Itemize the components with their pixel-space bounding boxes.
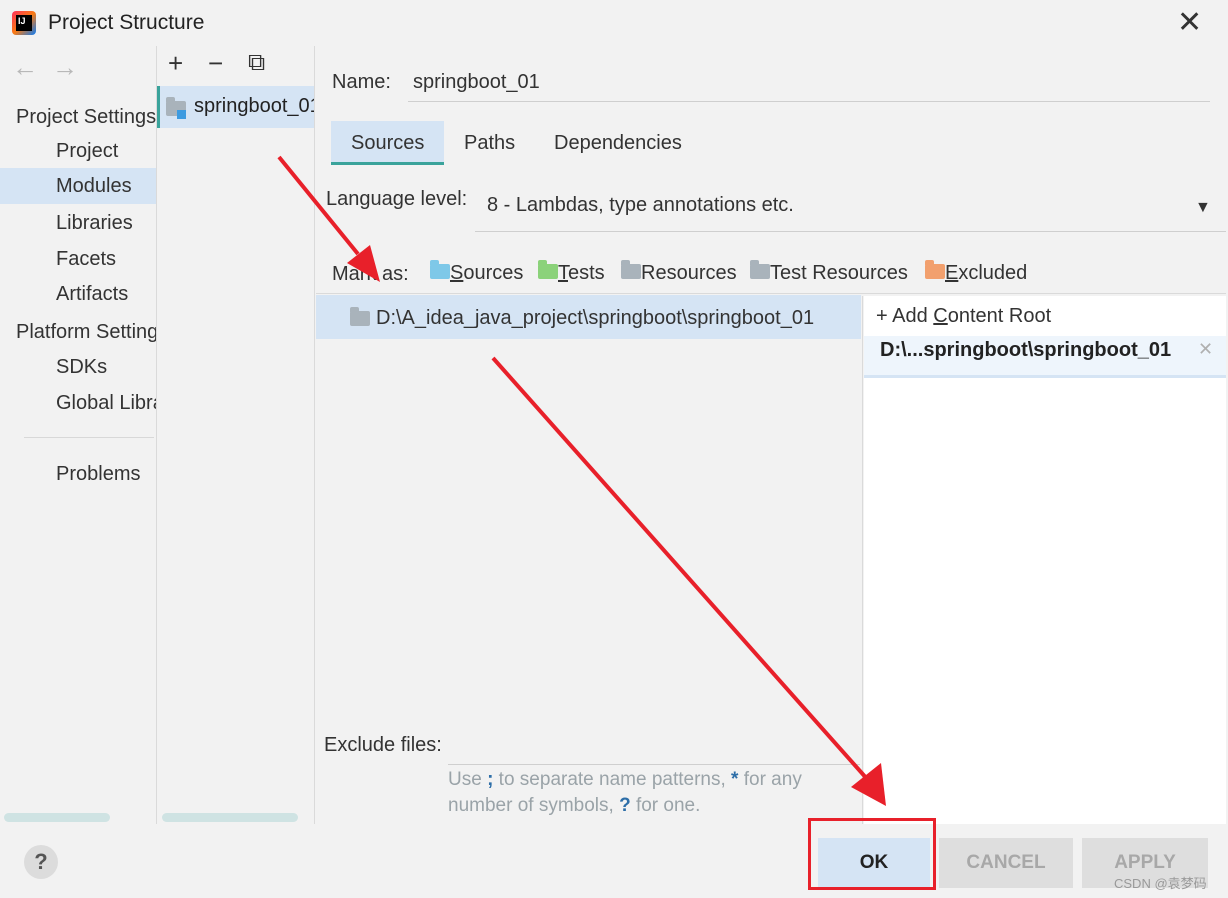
nav-item-sdks[interactable]: SDKs: [0, 349, 156, 385]
tests-folder-icon: [538, 260, 558, 280]
close-icon[interactable]: ✕: [1177, 6, 1202, 40]
exclude-hint-line1: Use ; to separate name patterns, * for a…: [448, 769, 802, 790]
nav-item-libraries[interactable]: Libraries: [0, 205, 156, 241]
folder-icon: [350, 307, 370, 326]
mark-as-test-resources[interactable]: Test Resources: [750, 260, 908, 285]
add-content-root-link[interactable]: + Add Content Root: [876, 305, 1051, 328]
excluded-folder-icon: [925, 260, 945, 280]
annotation-arrow-2-shaft: [491, 356, 870, 782]
add-icon[interactable]: +: [168, 50, 183, 76]
back-arrow-icon[interactable]: ←: [12, 52, 38, 83]
forward-arrow-icon[interactable]: →: [52, 52, 78, 83]
window-title: Project Structure: [48, 11, 205, 34]
tree-top-border: [316, 293, 1226, 294]
nav-item-artifacts[interactable]: Artifacts: [0, 276, 156, 312]
content-root-separator: [862, 296, 863, 824]
nav-item-problems[interactable]: Problems: [0, 456, 156, 492]
nav-scrollbar[interactable]: [4, 813, 110, 822]
nav-item-project[interactable]: Project: [0, 133, 156, 169]
copy-icon[interactable]: ⧉: [248, 50, 265, 76]
intellij-logo-icon: IJ: [12, 11, 36, 35]
exclude-hint-line2: number of symbols, ? for one.: [448, 795, 701, 816]
resources-folder-icon: [621, 260, 641, 280]
language-level-underline: [475, 231, 1226, 232]
tree-root-path: D:\A_idea_java_project\springboot\spring…: [376, 307, 815, 329]
nav-separator: [156, 46, 157, 824]
tab-sources[interactable]: Sources: [331, 121, 445, 165]
language-level-select[interactable]: 8 - Lambdas, type annotations etc.: [487, 194, 794, 217]
name-field[interactable]: springboot_01: [413, 71, 540, 94]
mark-as-excluded[interactable]: Excluded: [925, 260, 1027, 285]
help-icon[interactable]: ?: [24, 845, 58, 879]
language-level-label: Language level:: [326, 188, 468, 210]
module-name: springboot_01: [194, 95, 314, 117]
module-list-scrollbar[interactable]: [162, 813, 298, 822]
content-root-tree-item[interactable]: D:\A_idea_java_project\springboot\spring…: [316, 295, 861, 339]
exclude-files-field[interactable]: [448, 764, 860, 765]
name-field-underline: [408, 101, 1210, 102]
nav-item-modules[interactable]: Modules: [0, 168, 156, 204]
module-badge-icon: [177, 110, 186, 119]
nav-divider: [24, 437, 154, 438]
name-label: Name:: [332, 71, 391, 93]
watermark: CSDN @袁梦码: [1114, 876, 1207, 891]
content-root-item[interactable]: D:\...springboot\springboot_01 ✕: [864, 336, 1226, 378]
cancel-button[interactable]: CANCEL: [939, 838, 1073, 888]
settings-nav: ← → Project Settings Project Modules Lib…: [0, 46, 156, 826]
ok-highlight-box: [808, 818, 936, 890]
remove-icon[interactable]: −: [208, 50, 223, 76]
tab-paths[interactable]: Paths: [444, 121, 535, 165]
mark-as-resources[interactable]: Resources: [621, 260, 737, 285]
remove-content-root-icon[interactable]: ✕: [1198, 339, 1213, 360]
chevron-down-icon[interactable]: ▼: [1195, 199, 1211, 217]
plus-icon: +: [876, 305, 888, 327]
test-resources-folder-icon: [750, 260, 770, 280]
mark-as-tests[interactable]: Tests: [538, 260, 605, 285]
nav-item-facets[interactable]: Facets: [0, 241, 156, 277]
mark-as-sources[interactable]: Sources: [430, 260, 523, 285]
nav-item-global-libraries[interactable]: Global Libraries: [0, 385, 156, 421]
module-list-item[interactable]: springboot_01: [157, 86, 314, 128]
title-bar: IJ Project Structure ✕: [0, 0, 1228, 46]
content-root-path: D:\...springboot\springboot_01: [880, 339, 1172, 361]
project-settings-header: Project Settings: [16, 106, 156, 128]
exclude-files-label: Exclude files:: [324, 734, 442, 756]
sources-folder-icon: [430, 260, 450, 280]
mark-as-label: Mark as:: [332, 263, 409, 285]
platform-settings-header: Platform Settings: [16, 321, 156, 343]
module-list-separator: [314, 46, 315, 824]
tab-dependencies[interactable]: Dependencies: [534, 121, 702, 165]
